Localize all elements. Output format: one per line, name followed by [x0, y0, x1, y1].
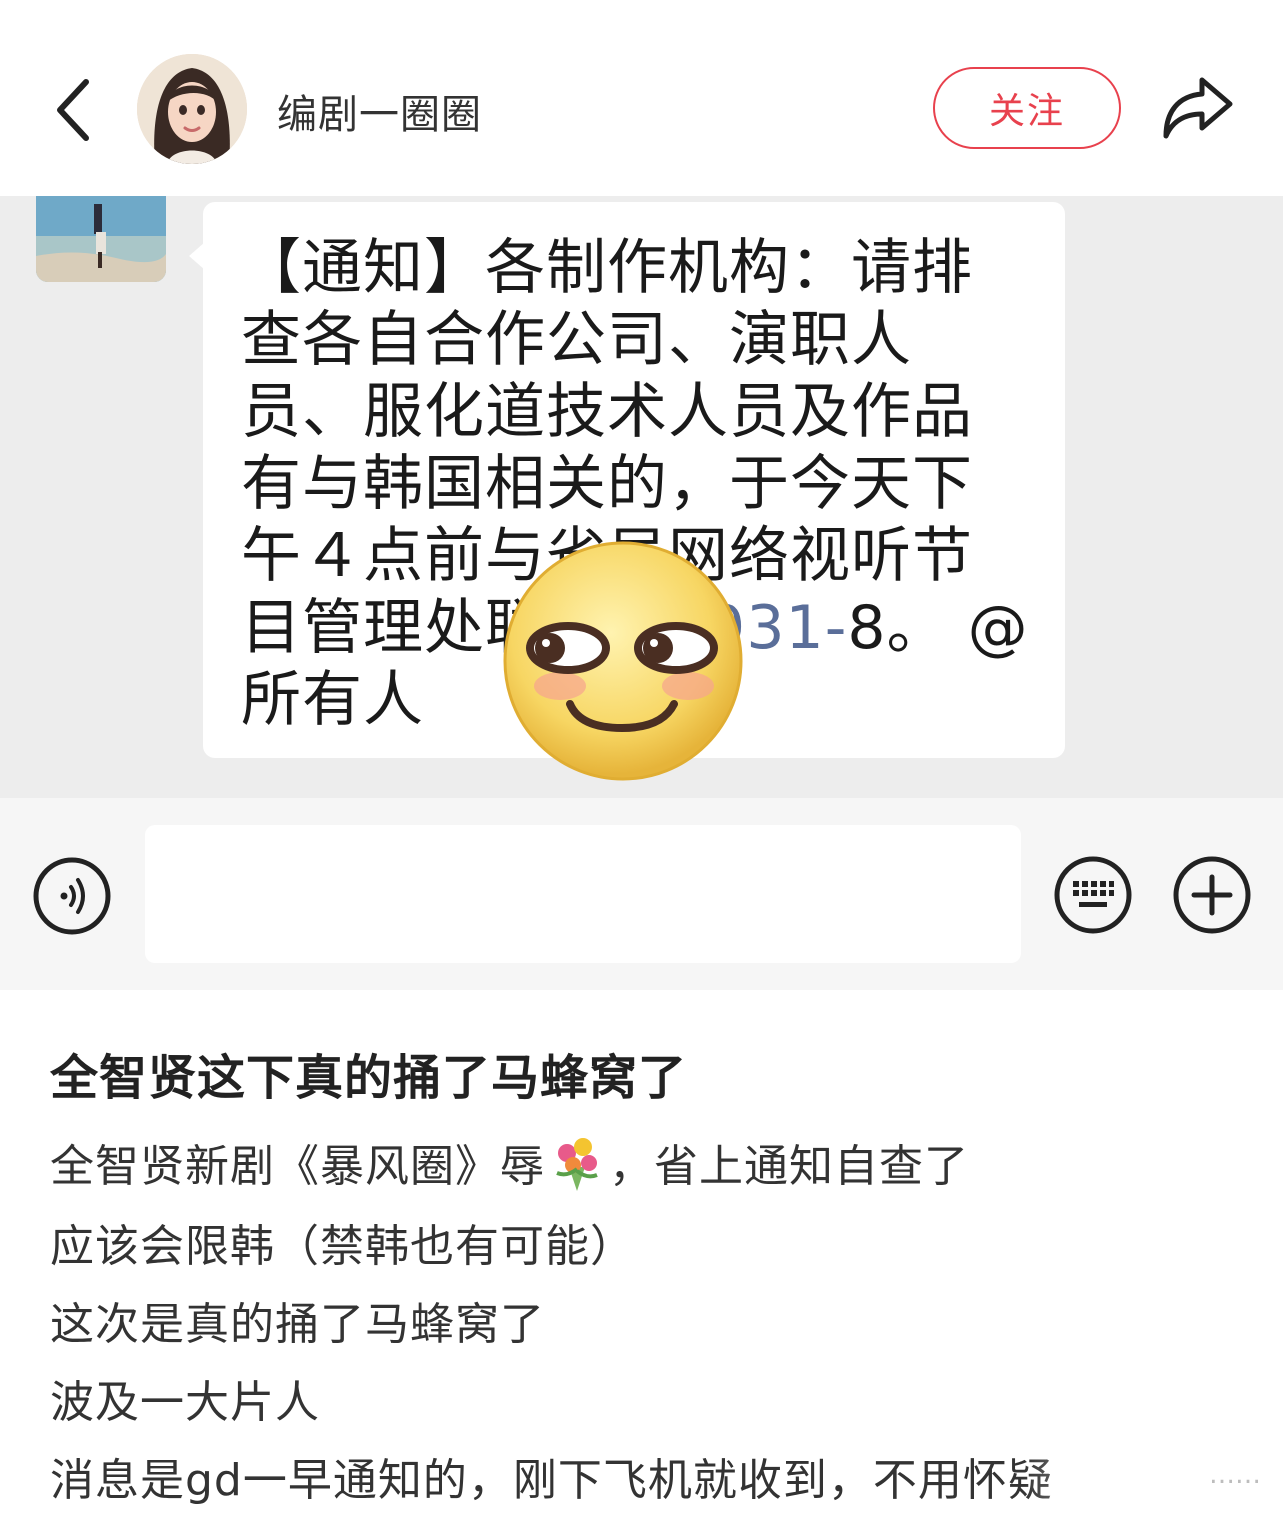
plus-button[interactable] — [1172, 855, 1252, 935]
post-title: 全智贤这下真的捅了马蜂窝了 — [50, 1050, 688, 1106]
post-line: 应该会限韩（禁韩也有可能） — [50, 1221, 635, 1272]
username[interactable]: 编剧一圈圈 — [277, 82, 482, 140]
top-bar: 编剧一圈圈 关注 — [0, 0, 1283, 196]
share-button[interactable] — [1160, 72, 1236, 144]
beach-photo-icon — [36, 196, 166, 282]
sender-avatar — [36, 196, 166, 282]
post-line: 消息是gd一早通知的，刚下飞机就收到，不用怀疑 — [50, 1455, 1053, 1506]
smirk-emoji-icon — [503, 541, 743, 781]
avatar[interactable] — [137, 54, 247, 164]
post-line-text: 全智贤新剧《暴风圈》辱 — [50, 1141, 545, 1192]
avatar-portrait-icon — [137, 54, 247, 164]
post-line: 波及一大片人 — [50, 1377, 320, 1428]
follow-button[interactable]: 关注 — [933, 67, 1121, 149]
voice-button[interactable] — [32, 856, 112, 936]
more-indicator[interactable]: …… — [1209, 1460, 1261, 1490]
share-arrow-icon — [1163, 77, 1233, 139]
post-content: 全智贤这下真的捅了马蜂窝了 全智贤新剧《暴风圈》辱 ，省上通知自查了 应该会限韩… — [0, 990, 1283, 1527]
voice-icon — [33, 857, 111, 935]
plus-icon — [1173, 856, 1251, 934]
post-line: 这次是真的捅了马蜂窝了 — [50, 1299, 545, 1350]
bouquet-emoji-icon — [556, 1138, 598, 1191]
back-button[interactable] — [48, 70, 104, 150]
keyboard-button[interactable] — [1053, 855, 1133, 935]
post-line-text-after: ，省上通知自查了 — [609, 1141, 969, 1192]
chevron-left-icon — [57, 79, 89, 141]
keyboard-icon — [1054, 856, 1132, 934]
chat-input-bar — [0, 798, 1283, 990]
post-line: 全智贤新剧《暴风圈》辱 ，省上通知自查了 — [50, 1130, 969, 1194]
chat-screenshot: 【通知】各制作机构：请排查各自合作公司、演职人员、服化道技术人员及作品有与韩国相… — [0, 196, 1283, 798]
message-input[interactable] — [145, 825, 1021, 963]
